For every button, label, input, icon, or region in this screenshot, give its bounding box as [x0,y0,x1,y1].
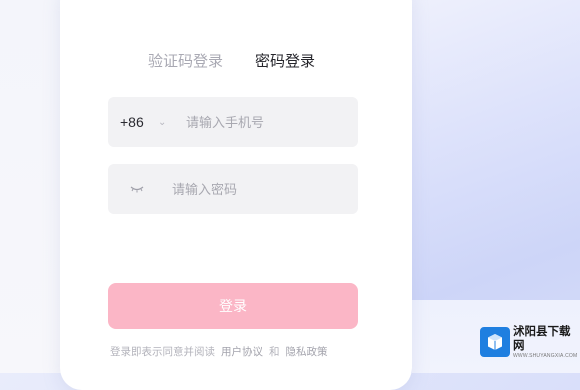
watermark-subtitle: WWW.SHUYANGXIA.COM [513,352,578,359]
login-button[interactable]: 登录 [108,283,358,329]
agreement-connector: 和 [269,346,280,358]
privacy-policy-link[interactable]: 隐私政策 [286,344,328,359]
watermark-title: 沭阳县下载网 [513,325,571,352]
tab-password-login[interactable]: 密码登录 [255,50,315,72]
agreement-text: 登录即表示同意并阅读 用户协议 和 隐私政策 [110,344,328,359]
agreement-prefix: 登录即表示同意并阅读 [110,346,215,358]
eye-closed-icon[interactable] [130,184,144,194]
chevron-down-icon[interactable]: ⌄ [158,117,182,128]
phone-input[interactable] [186,114,336,130]
password-input[interactable] [172,181,322,197]
password-field [108,164,358,214]
login-tabs: 验证码登录 密码登录 [148,50,315,72]
phone-field: +86 ⌄ [108,97,358,147]
box-icon [480,327,510,357]
user-terms-link[interactable]: 用户协议 [221,344,263,359]
tab-sms-code-login[interactable]: 验证码登录 [148,50,223,72]
watermark: 沭阳县下载网 WWW.SHUYANGXIA.COM [480,325,580,359]
country-code-select[interactable]: +86 [120,114,158,130]
